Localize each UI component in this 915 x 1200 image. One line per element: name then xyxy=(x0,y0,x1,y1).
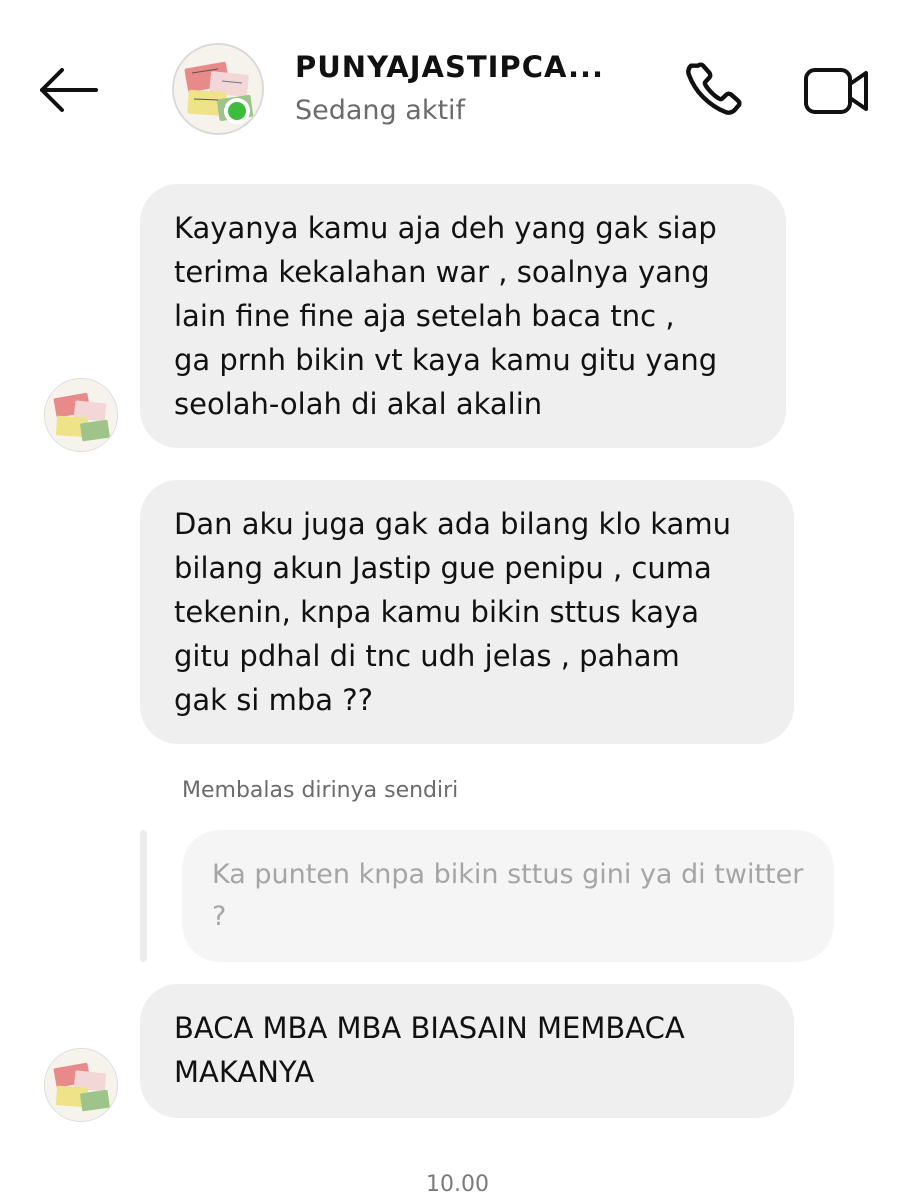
back-arrow-icon xyxy=(40,68,98,112)
active-status: Sedang aktif xyxy=(295,95,466,126)
replied-message-preview[interactable]: Ka punten knpa bikin sttus gini ya di tw… xyxy=(182,830,834,962)
phone-icon xyxy=(686,62,742,115)
message-bubble[interactable]: Kayanya kamu aja deh yang gak siap terim… xyxy=(140,184,786,448)
avatar-image xyxy=(172,43,264,135)
reply-indicator-bar xyxy=(140,830,147,962)
chat-title[interactable]: PUNYAJASTIPCA... xyxy=(295,50,604,84)
message-bubble[interactable]: Dan aku juga gak ada bilang klo kamu bil… xyxy=(140,480,794,744)
message-timestamp: 10.00 xyxy=(426,1172,489,1197)
video-call-button[interactable] xyxy=(800,60,872,122)
online-status-indicator xyxy=(224,98,250,124)
message-bubble[interactable]: BACA MBA MBA BIASAIN MEMBACA MAKANYA xyxy=(140,984,794,1118)
call-button[interactable] xyxy=(680,58,746,124)
back-button[interactable] xyxy=(34,60,104,120)
profile-avatar[interactable] xyxy=(172,43,264,135)
sender-avatar[interactable] xyxy=(44,1048,118,1122)
video-camera-icon xyxy=(804,68,868,114)
reply-context-label: Membalas dirinya sendiri xyxy=(182,778,459,803)
sender-avatar[interactable] xyxy=(44,378,118,452)
